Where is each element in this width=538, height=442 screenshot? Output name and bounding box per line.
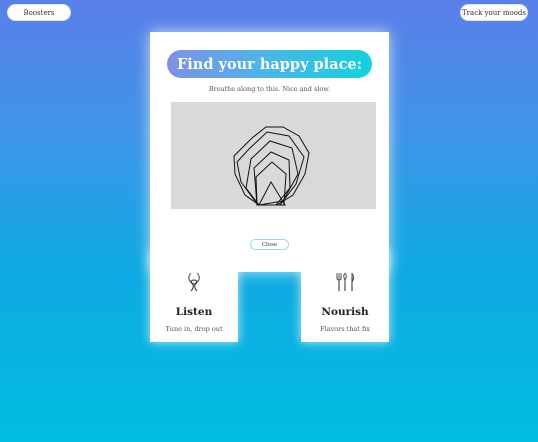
boosters-button[interactable]: Boosters	[7, 4, 71, 21]
nourish-subtitle: Flavors that fix	[320, 325, 370, 333]
breathing-polygons-icon	[233, 126, 310, 206]
utensils-icon	[301, 272, 389, 292]
track-moods-button[interactable]: Track your moods	[460, 4, 528, 21]
close-button[interactable]: Close	[250, 239, 289, 250]
listen-title: Listen	[175, 306, 213, 318]
happy-place-modal: Find your happy place: Breathe along to …	[150, 32, 389, 272]
listen-subtitle: Tune in, drop out	[165, 325, 223, 333]
modal-subtitle: Breathe along to this. Nice and slow.	[208, 85, 331, 93]
knot-icon	[150, 272, 238, 292]
modal-heading: Find your happy place:	[167, 50, 372, 78]
nourish-title: Nourish	[321, 306, 369, 318]
breathing-animation	[171, 102, 376, 209]
